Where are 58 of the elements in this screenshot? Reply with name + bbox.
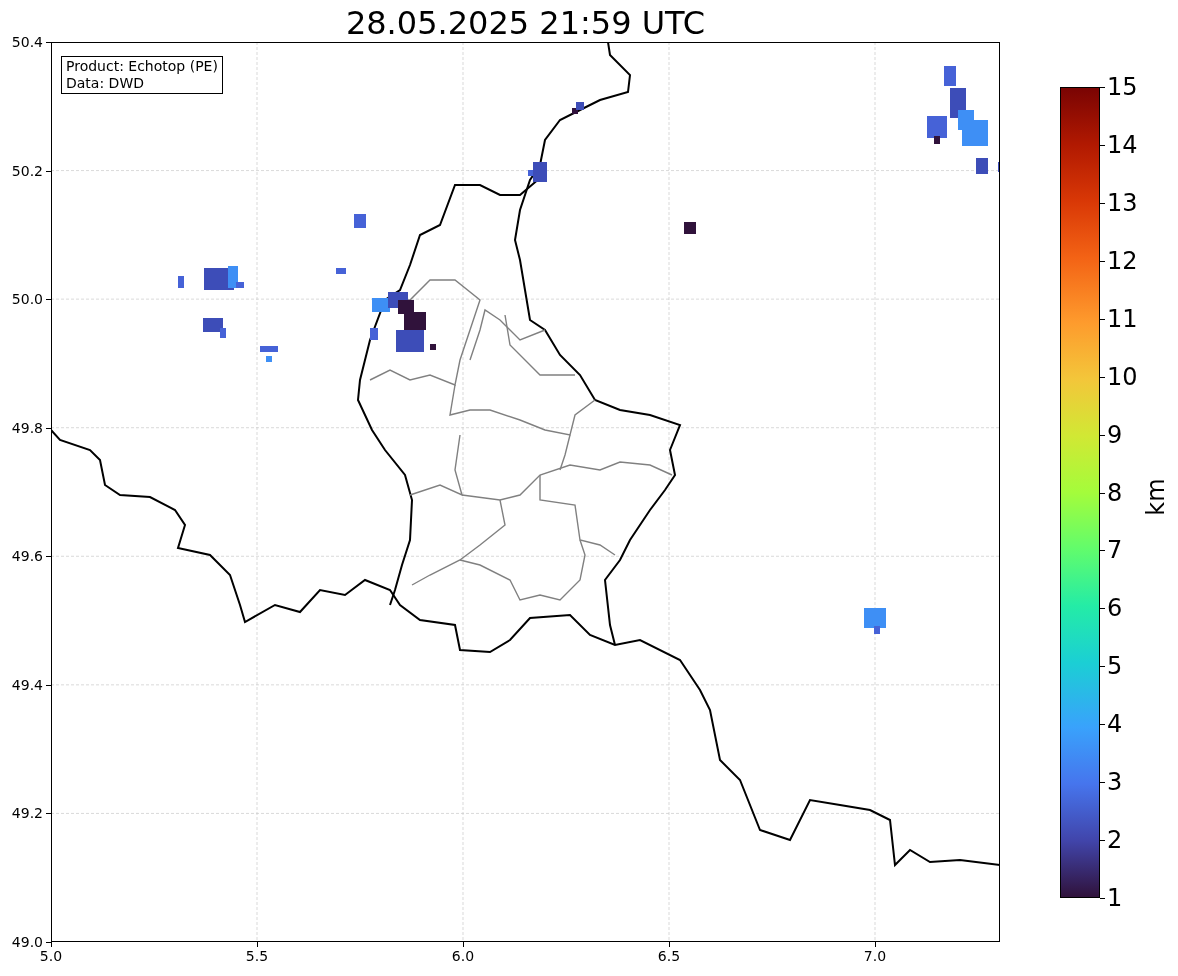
colorbar-tick-label: 6 bbox=[1107, 594, 1124, 623]
tick-mark bbox=[1100, 376, 1105, 378]
tick-mark bbox=[46, 556, 51, 558]
y-tick-label: 50.0 bbox=[10, 291, 43, 309]
tick-mark bbox=[1100, 724, 1105, 726]
colorbar-tick-label: 8 bbox=[1107, 478, 1124, 507]
colorbar-tick-label: 7 bbox=[1107, 536, 1124, 565]
colorbar-label-text: km bbox=[1142, 478, 1170, 516]
tick-mark bbox=[1100, 144, 1105, 146]
legend-text: Product: Echotop (PE) bbox=[66, 58, 218, 75]
tick-mark bbox=[1100, 840, 1105, 842]
colorbar-tick-label: 9 bbox=[1107, 420, 1124, 449]
tick-mark bbox=[46, 684, 51, 686]
tick-mark bbox=[669, 942, 670, 947]
tick-mark bbox=[463, 942, 464, 947]
tick-mark bbox=[1100, 318, 1105, 320]
tick-mark bbox=[1100, 87, 1105, 88]
x-tick-label: 6.0 bbox=[450, 948, 476, 965]
tick-mark bbox=[46, 813, 51, 815]
tick-mark bbox=[46, 170, 51, 172]
tick-mark bbox=[1100, 898, 1105, 899]
y-tick-label: 49.4 bbox=[10, 676, 43, 694]
y-tick-label: 50.4 bbox=[10, 34, 43, 51]
tick-mark bbox=[1100, 260, 1105, 262]
chart-title: 28.05.2025 21:59 UTC bbox=[344, 3, 707, 43]
colorbar-tick-label: 12 bbox=[1107, 246, 1139, 275]
colorbar-tick-label: 14 bbox=[1107, 130, 1139, 159]
y-tick-label: 49.2 bbox=[10, 805, 43, 823]
x-tick-label: 5.0 bbox=[38, 948, 64, 965]
tick-mark bbox=[257, 942, 258, 947]
x-tick-label: 5.5 bbox=[244, 948, 270, 965]
x-tick-label: 6.5 bbox=[656, 948, 682, 965]
colorbar-tick-label: 13 bbox=[1107, 188, 1139, 217]
colorbar-tick-label: 2 bbox=[1107, 826, 1124, 855]
y-tick-label: 49.6 bbox=[10, 548, 43, 566]
colorbar-tick-label: 10 bbox=[1107, 362, 1139, 391]
y-tick-label: 49.0 bbox=[10, 934, 43, 951]
legend-text: Data: DWD bbox=[66, 75, 145, 92]
x-tick-label: 7.0 bbox=[862, 948, 888, 965]
tick-mark bbox=[1100, 666, 1105, 668]
tick-mark bbox=[1100, 550, 1105, 552]
y-tick-label: 49.8 bbox=[10, 419, 43, 437]
tick-mark bbox=[875, 942, 876, 947]
tick-mark bbox=[46, 42, 51, 43]
tick-mark bbox=[1100, 608, 1105, 610]
tick-mark bbox=[1100, 782, 1105, 784]
colorbar-tick-label: 5 bbox=[1107, 652, 1124, 681]
tick-mark bbox=[1100, 202, 1105, 204]
tick-mark bbox=[1100, 434, 1105, 436]
tick-mark bbox=[46, 427, 51, 429]
tick-mark bbox=[46, 299, 51, 301]
tick-mark bbox=[1100, 492, 1105, 494]
colorbar-tick-label: 3 bbox=[1107, 768, 1124, 797]
colorbar-tick-label: 1 bbox=[1107, 884, 1124, 912]
colorbar-tick-label: 11 bbox=[1107, 304, 1139, 333]
y-tick-label: 50.2 bbox=[10, 162, 43, 180]
colorbar-tick-label: 15 bbox=[1107, 73, 1139, 101]
colorbar-tick-label: 4 bbox=[1107, 710, 1124, 739]
